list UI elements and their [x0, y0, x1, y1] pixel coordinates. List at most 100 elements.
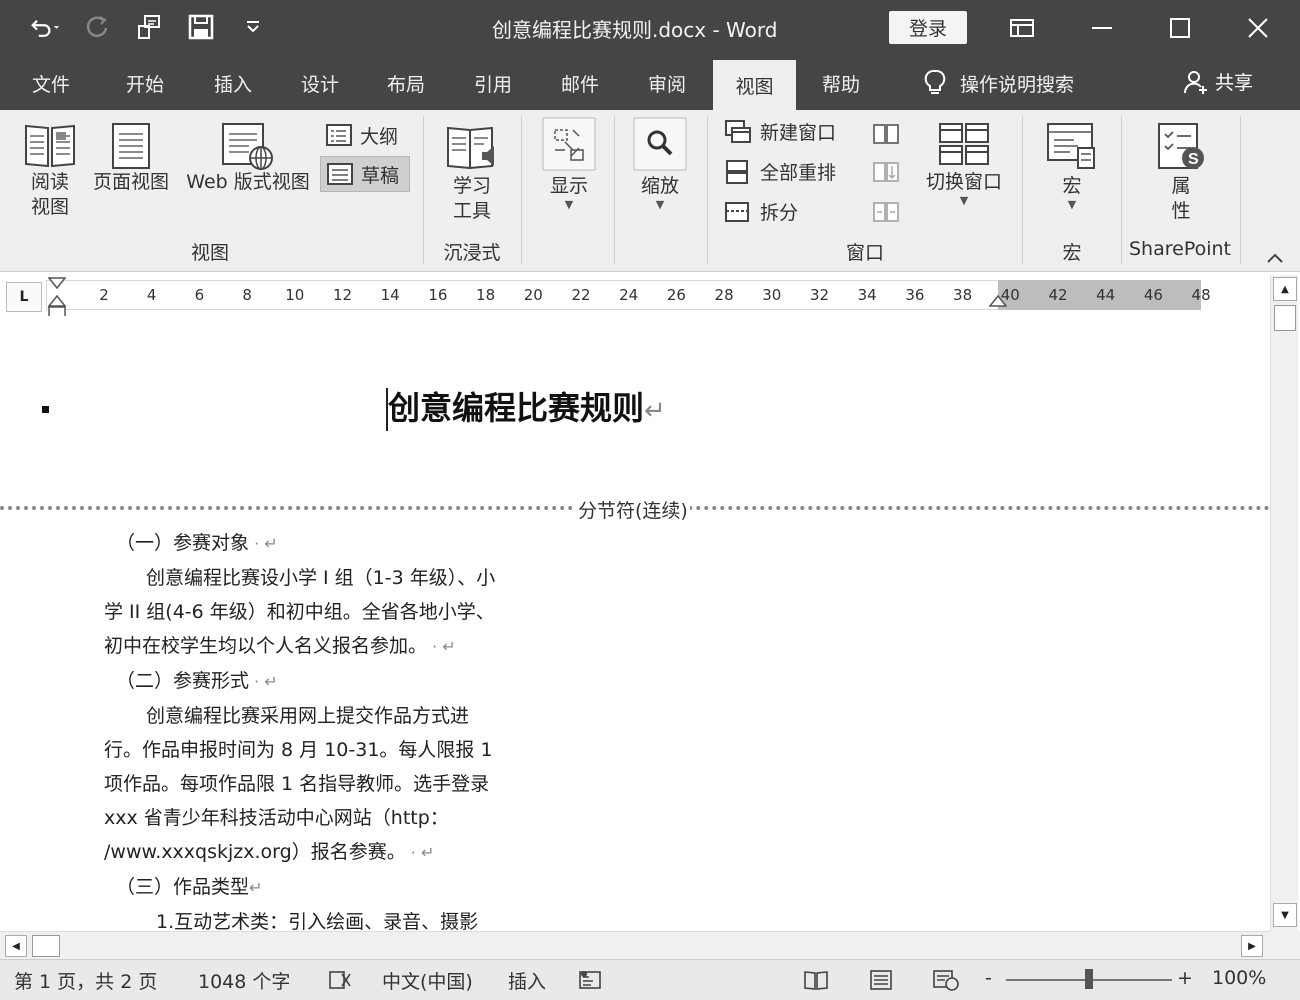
undo-icon[interactable] — [30, 12, 60, 42]
language-indicator[interactable]: 中文(中国) — [382, 967, 473, 994]
document-heading[interactable]: 创意编程比赛规则↵ — [386, 388, 666, 431]
scroll-right-icon[interactable]: ▶ — [1241, 935, 1263, 957]
title-bar: 创意编程比赛规则.docx - Word 登录 — [0, 0, 1300, 56]
tell-me-search[interactable]: 操作说明搜索 — [904, 56, 1094, 110]
zoom-out-icon[interactable]: - — [985, 967, 992, 989]
section-break-label: 分节符(连续) — [576, 496, 690, 523]
show-label: 显示 — [549, 175, 588, 197]
touch-mode-icon[interactable] — [134, 12, 164, 42]
share-label: 共享 — [1215, 72, 1254, 94]
scroll-down-icon[interactable]: ▼ — [1273, 903, 1297, 927]
scroll-up-icon[interactable]: ▲ — [1273, 277, 1297, 301]
tab-review[interactable]: 审阅 — [628, 56, 706, 110]
tab-home[interactable]: 开始 — [106, 56, 184, 110]
word-count[interactable]: 1048 个字 — [198, 967, 290, 994]
draft-button[interactable]: 草稿 — [320, 156, 410, 192]
scroll-left-icon[interactable]: ◀ — [5, 935, 27, 957]
horizontal-scroll-thumb[interactable] — [32, 935, 60, 957]
new-window-button[interactable]: 新建窗口 — [724, 118, 836, 145]
tab-references[interactable]: 引用 — [454, 56, 532, 110]
collapse-ribbon-icon[interactable] — [1265, 250, 1285, 264]
tab-view[interactable]: 视图 — [713, 60, 796, 110]
zoom-button[interactable]: 缩放 ▼ — [628, 116, 692, 211]
macro-recording-icon[interactable] — [578, 969, 602, 996]
paragraph-line: （二）参赛形式 · ↵ — [116, 670, 278, 692]
login-button[interactable]: 登录 — [889, 11, 967, 44]
ribbon-view: 阅读 视图 页面视图 Web 版式视图 大纲 草稿 视图 学习 工具 沉浸式 显… — [0, 110, 1300, 272]
redo-icon[interactable] — [82, 12, 112, 42]
tab-layout[interactable]: 布局 — [367, 56, 445, 110]
ruler-number: 8 — [242, 286, 252, 304]
chevron-down-icon: ▼ — [959, 194, 969, 207]
print-layout-button[interactable]: 页面视图 — [90, 120, 172, 195]
switch-windows-button[interactable]: 切换窗口 ▼ — [918, 120, 1010, 207]
tab-design[interactable]: 设计 — [281, 56, 359, 110]
web-layout-button[interactable]: Web 版式视图 — [180, 120, 316, 195]
macros-label: 宏 — [1062, 175, 1082, 197]
switch-windows-label: 切换窗口 — [925, 171, 1002, 193]
ruler-number: 34 — [857, 286, 877, 304]
reset-window-position-icon[interactable] — [872, 200, 900, 228]
group-separator — [707, 116, 708, 264]
tab-help[interactable]: 帮助 — [802, 56, 880, 110]
ribbon-display-options-icon[interactable] — [1002, 10, 1042, 46]
status-bar: 第 1 页，共 2 页 1048 个字 中文(中国) 插入 - + 100% — [0, 959, 1300, 1000]
show-button[interactable]: 显示 ▼ — [536, 116, 602, 211]
tab-insert[interactable]: 插入 — [194, 56, 272, 110]
document-canvas[interactable]: 创意编程比赛规则↵ 分节符(连续) （一）参赛对象 · ↵ 创意编程比赛设小学 … — [0, 316, 1270, 931]
macros-button[interactable]: 宏 ▼ — [1040, 120, 1104, 211]
view-side-by-side-icon[interactable] — [872, 122, 900, 150]
page-count[interactable]: 第 1 页，共 2 页 — [14, 967, 157, 994]
read-mode-icon — [25, 124, 75, 168]
arrange-all-button[interactable]: 全部重排 — [724, 158, 836, 185]
vertical-scrollbar[interactable]: ▲ ▼ — [1270, 275, 1298, 931]
outline-button[interactable]: 大纲 — [322, 120, 412, 150]
paragraph-line: 项作品。每项作品限 1 名指导教师。选手登录 — [104, 773, 490, 795]
close-icon[interactable] — [1238, 10, 1278, 46]
learning-tools-label-1: 学习 — [452, 175, 491, 197]
sharepoint-group-label: SharePoint — [1128, 238, 1231, 260]
learning-tools-label-2: 工具 — [452, 200, 491, 222]
ribbon-tabs: 文件 开始 插入 设计 布局 引用 邮件 审阅 视图 帮助 操作说明搜索 共享 — [0, 56, 1300, 110]
properties-label-2: 性 — [1171, 200, 1191, 222]
insert-mode[interactable]: 插入 — [508, 967, 546, 994]
document-title: 创意编程比赛规则.docx - Word — [492, 18, 778, 42]
paragraph-bullet — [42, 406, 49, 413]
document-body[interactable]: （一）参赛对象 · ↵ 创意编程比赛设小学 I 组（1-3 年级）、小 学 II… — [104, 526, 506, 931]
customize-icon[interactable] — [238, 12, 268, 42]
learning-tools-button[interactable]: 学习 工具 — [436, 120, 508, 224]
properties-label-1: 属 — [1171, 175, 1191, 197]
new-window-icon — [725, 119, 751, 143]
maximize-icon[interactable] — [1160, 10, 1200, 46]
ruler-number: 22 — [571, 286, 591, 304]
ruler-number: 44 — [1096, 286, 1116, 304]
read-mode-view-icon[interactable] — [803, 969, 829, 996]
print-layout-view-icon[interactable] — [868, 969, 894, 996]
immersive-group-label: 沉浸式 — [443, 242, 501, 264]
save-icon[interactable] — [186, 12, 216, 42]
ruler-area: L 2 4 6 8 10 12 14 16 18 20 22 24 26 28 30 32 34 36 38 40 42… — [0, 272, 1300, 320]
group-separator — [1240, 116, 1241, 264]
minimize-icon[interactable] — [1082, 10, 1122, 46]
ruler-number: 26 — [666, 286, 686, 304]
ruler-number: 12 — [332, 286, 353, 304]
ruler-number: 48 — [1191, 286, 1211, 304]
web-layout-view-icon[interactable] — [932, 969, 960, 996]
split-button[interactable]: 拆分 — [724, 198, 798, 225]
vertical-scroll-thumb[interactable] — [1274, 305, 1296, 331]
horizontal-scrollbar[interactable]: ◀ ▶ — [0, 931, 1270, 959]
tab-file[interactable]: 文件 — [12, 56, 90, 110]
zoom-level[interactable]: 100% — [1212, 967, 1266, 989]
paragraph-mark-icon: · ↵ — [249, 672, 278, 691]
share-button[interactable]: 共享 — [1183, 68, 1253, 95]
zoom-in-icon[interactable]: + — [1177, 967, 1193, 989]
zoom-slider-thumb[interactable] — [1085, 969, 1093, 989]
read-mode-button[interactable]: 阅读 视图 — [18, 120, 82, 220]
proofing-icon[interactable] — [328, 969, 352, 996]
scrollbar-corner — [1270, 931, 1300, 959]
properties-button[interactable]: S 属 性 — [1148, 120, 1214, 224]
learning-tools-icon — [447, 126, 494, 170]
synchronous-scrolling-icon[interactable] — [872, 160, 900, 188]
tab-mailings[interactable]: 邮件 — [541, 56, 619, 110]
ruler-number: 46 — [1143, 286, 1163, 304]
